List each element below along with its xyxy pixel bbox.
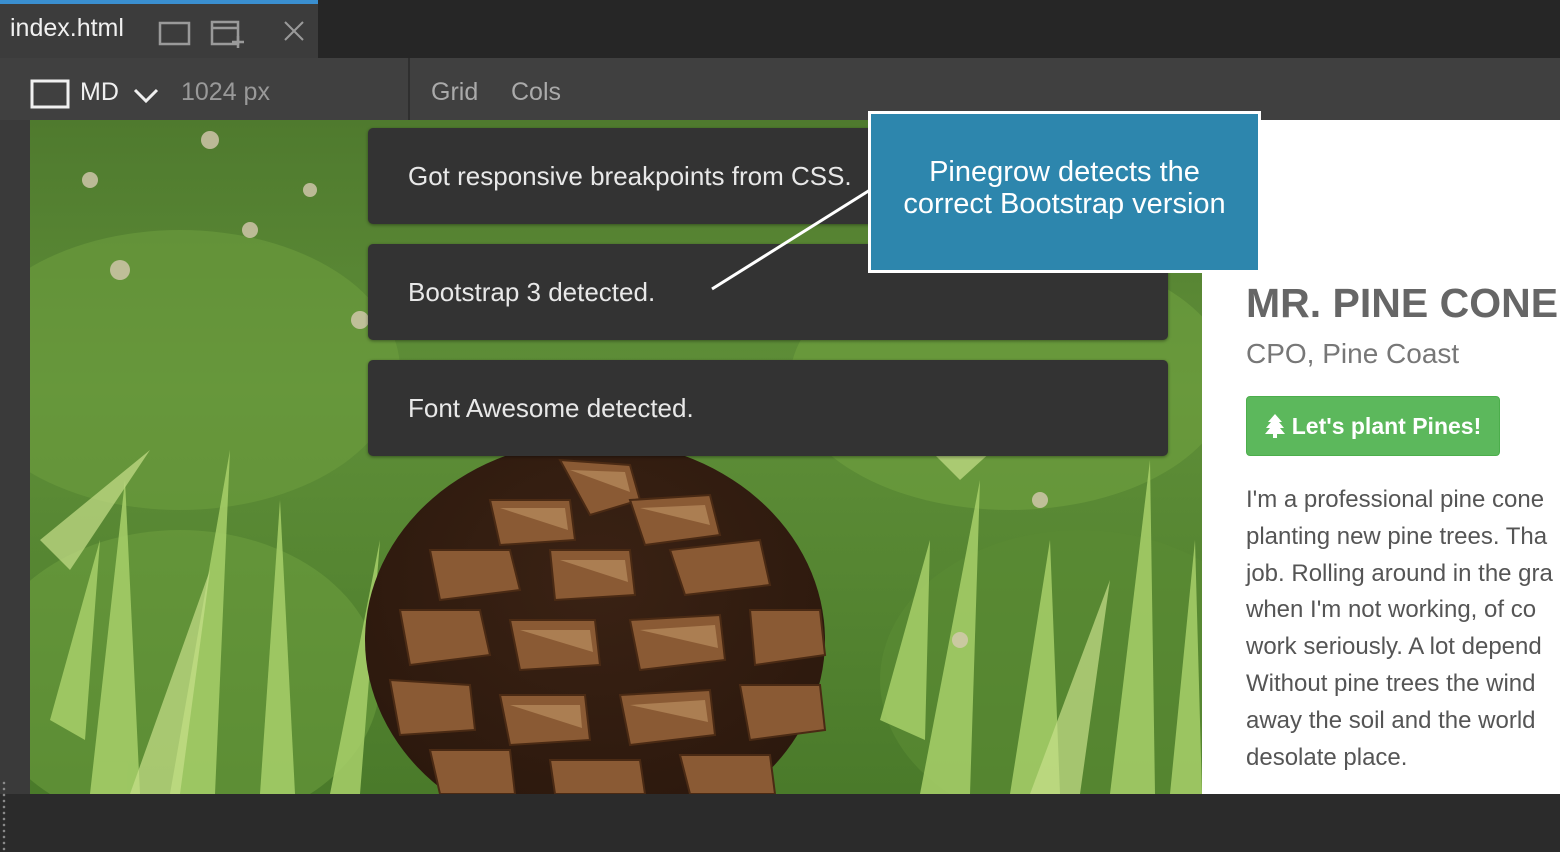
device-selector: MD 1024 px [0,58,410,120]
bio-line: when I'm not working, of co [1246,596,1537,624]
new-window-icon[interactable] [208,12,246,50]
bio-line: away the soil and the world [1246,706,1536,734]
chevron-down-icon[interactable] [133,87,159,105]
close-icon[interactable] [283,20,305,42]
resize-handle[interactable] [2,780,6,852]
notification-font-awesome[interactable]: Font Awesome detected. [368,360,1168,456]
bio-line: planting new pine trees. Tha [1246,522,1548,550]
callout-line-2: correct Bootstrap version [903,188,1226,220]
window-icon[interactable] [158,17,192,47]
bio-line: job. Rolling around in the gra [1246,559,1553,587]
tab-index-html[interactable]: index.html [0,0,318,58]
width-label: 1024 px [181,78,270,106]
profile-section: MR. PINE CONE CPO, Pine Coast Let's plan… [1246,120,1560,794]
profile-role: CPO, Pine Coast [1246,338,1460,369]
profile-name: MR. PINE CONE [1246,280,1559,326]
toolbar: MD 1024 px Grid Cols [0,58,1560,120]
device-frame-icon[interactable] [30,79,70,109]
plant-pines-button[interactable]: Let's plant Pines! [1246,396,1500,456]
annotation-callout: Pinegrow detects the correct Bootstrap v… [868,111,1261,273]
tab-bar: index.html [0,0,1560,58]
breakpoint-label[interactable]: MD [80,78,119,107]
callout-pointer [711,188,871,291]
tree-icon [1264,414,1285,438]
bio-line: I'm a professional pine cone [1246,486,1545,513]
bio-line: Without pine trees the wind [1246,669,1536,697]
bio-line: work seriously. A lot depend [1246,633,1542,661]
tab-title: index.html [10,14,124,42]
callout-line-1: Pinegrow detects the [929,156,1200,188]
plant-pines-label: Let's plant Pines! [1291,412,1482,439]
grid-button[interactable]: Grid [431,78,478,107]
bio-line: desolate place. [1246,743,1408,771]
left-gutter [0,120,30,852]
profile-bio: I'm a professional pine cone planting ne… [1246,482,1560,776]
cols-button[interactable]: Cols [511,78,561,107]
